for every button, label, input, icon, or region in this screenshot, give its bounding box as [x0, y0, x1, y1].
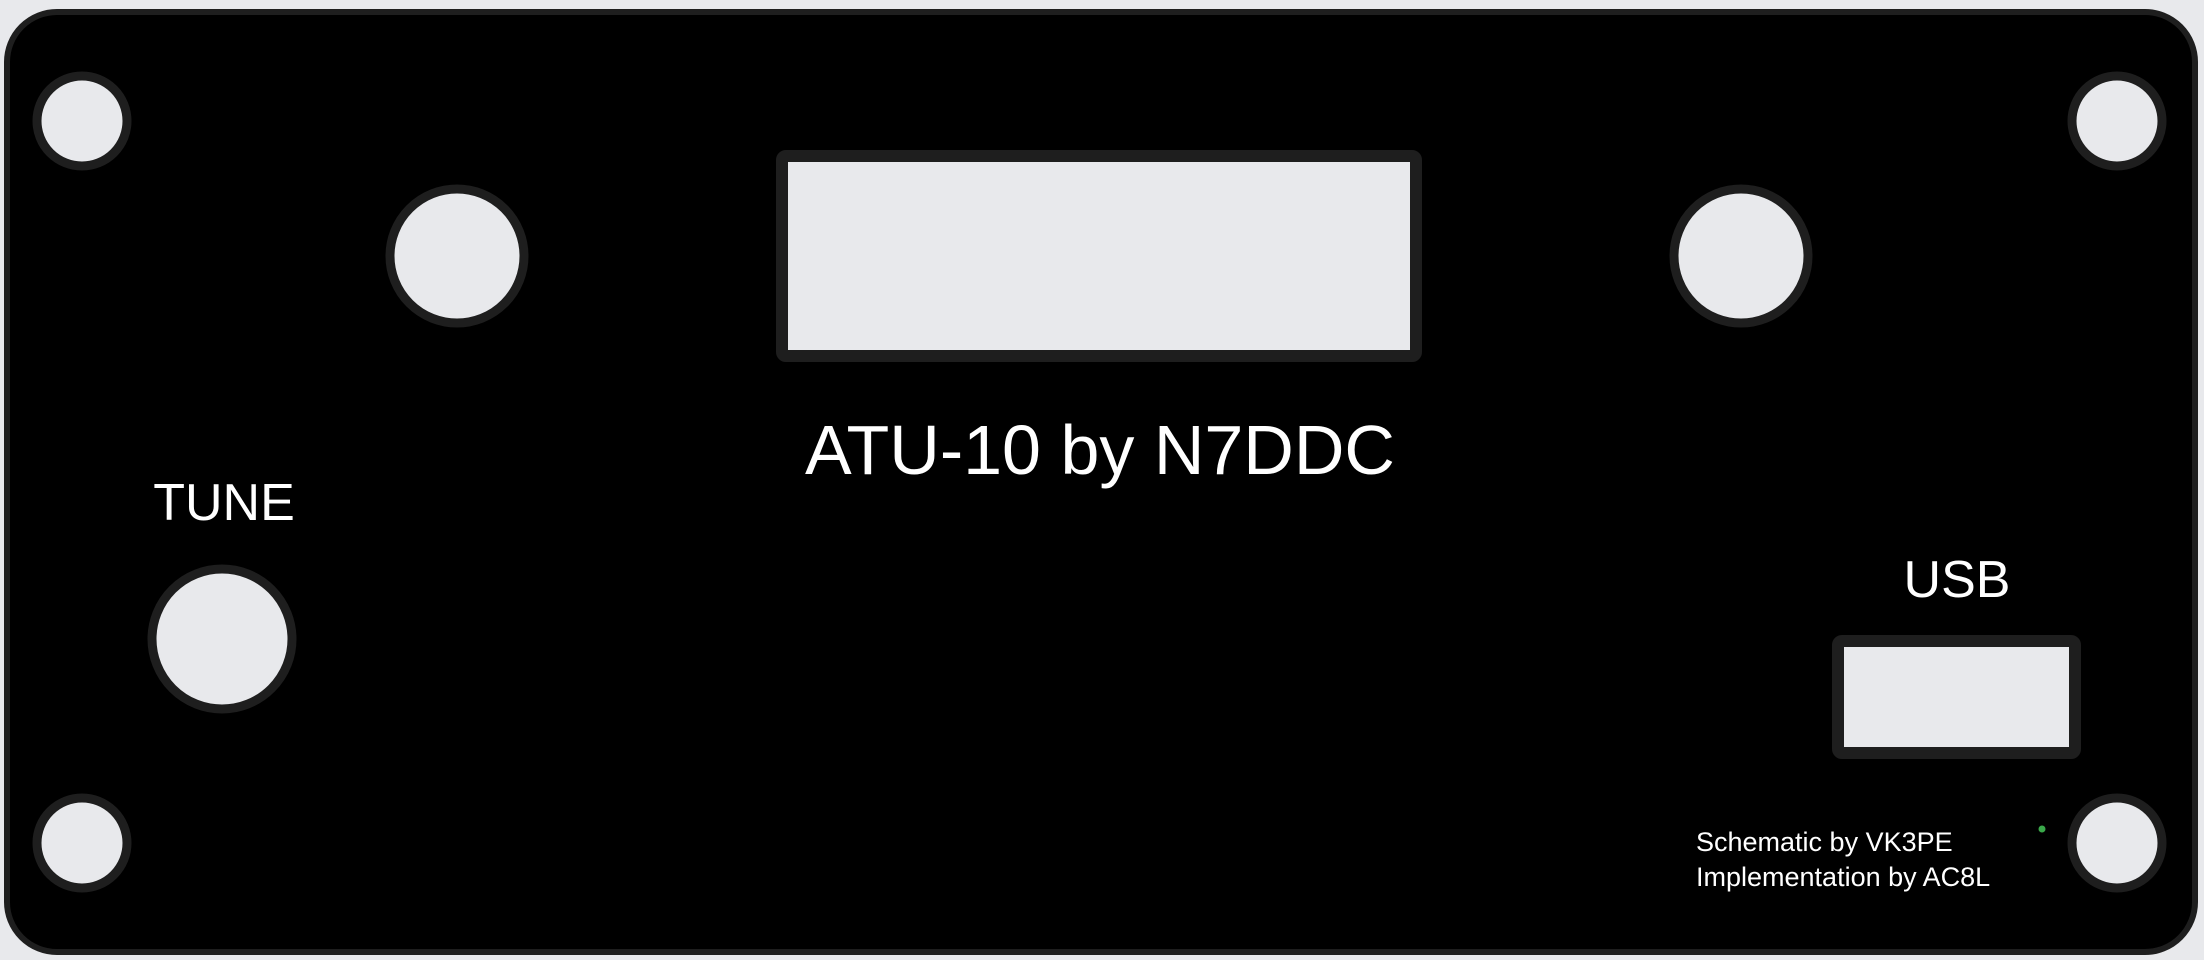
tune-label: TUNE	[153, 474, 295, 532]
display-window	[776, 150, 1422, 362]
connector-hole-left	[385, 184, 529, 328]
usb-port-cutout	[1832, 635, 2081, 759]
mounting-hole-top-right	[2067, 71, 2167, 171]
status-led-dot	[2038, 825, 2046, 833]
credits-implementation: Implementation by AC8L	[1696, 862, 1990, 892]
tune-button-hole	[147, 564, 297, 714]
mounting-hole-top-left	[32, 71, 132, 171]
mounting-hole-bottom-left	[32, 793, 132, 893]
mounting-hole-bottom-right	[2067, 793, 2167, 893]
front-panel: ATU-10 by N7DDC TUNE USB Schematic by VK…	[4, 9, 2198, 955]
usb-label: USB	[1904, 551, 2011, 609]
panel-title: ATU-10 by N7DDC	[805, 411, 1395, 489]
connector-hole-right	[1669, 184, 1813, 328]
credits-schematic: Schematic by VK3PE	[1696, 827, 1953, 857]
